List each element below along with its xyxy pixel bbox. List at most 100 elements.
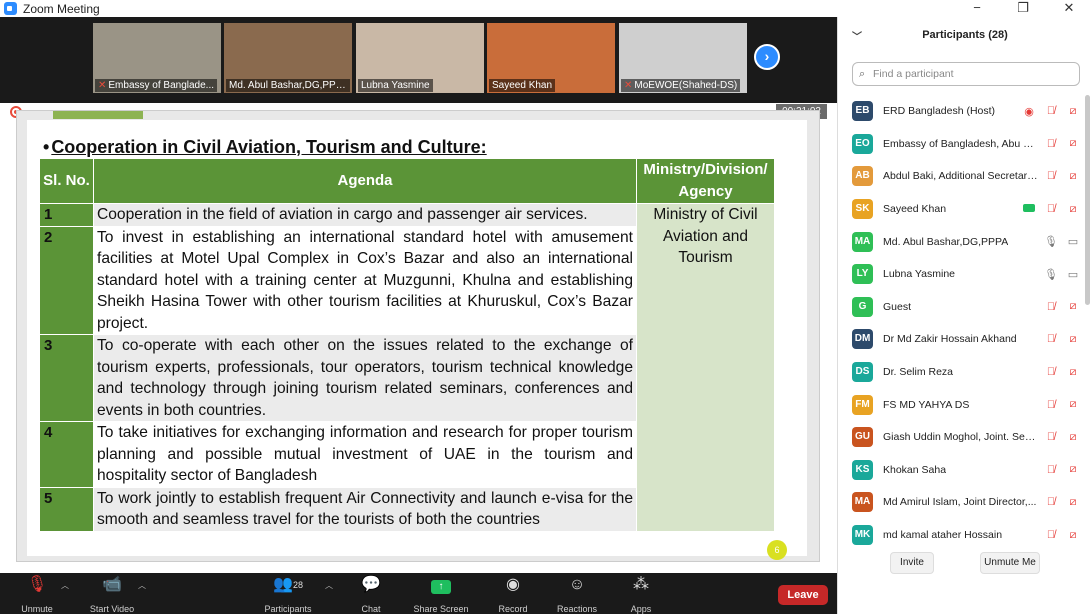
search-icon: ⌕: [859, 68, 866, 80]
muted-mic-icon[interactable]: 🎙̸: [1040, 399, 1062, 411]
video-off-icon[interactable]: ⧄: [1062, 170, 1084, 183]
video-off-icon[interactable]: ⧄: [1062, 398, 1084, 411]
reactions-button[interactable]: ☺ Reactions: [554, 573, 600, 614]
video-tile[interactable]: Md. Abul Bashar,DG,PPPA: [224, 23, 352, 93]
muted-mic-icon: ✕: [98, 80, 107, 91]
avatar: EB: [852, 101, 873, 122]
muted-mic-icon[interactable]: 🎙̸: [1040, 138, 1062, 150]
participant-status: 🎙 ▭: [1040, 235, 1084, 248]
tile-name: ✕ MoEWOE(Shahed-DS): [621, 79, 741, 92]
muted-mic-icon[interactable]: 🎙̸: [1040, 301, 1062, 313]
video-icon[interactable]: ▭: [1062, 268, 1084, 281]
video-tile[interactable]: Sayeed Khan: [487, 23, 615, 93]
header-agenda: Agenda: [93, 158, 637, 204]
video-off-icon[interactable]: ⧄: [1062, 496, 1084, 509]
participant-row[interactable]: DM Dr Md Zakir Hossain Akhand 🎙̸ ⧄: [838, 323, 1084, 356]
participant-row[interactable]: KS Khokan Saha 🎙̸ ⧄: [838, 454, 1084, 487]
video-off-icon[interactable]: ⧄: [1062, 366, 1084, 379]
chevron-up-icon[interactable]: ︿: [325, 580, 333, 591]
participant-row[interactable]: EO Embassy of Bangladesh, Abu D... 🎙̸ ⧄: [838, 128, 1084, 161]
tile-name: ✕ Embassy of Banglade...: [95, 79, 218, 92]
row-agenda: To co-operate with each other on the iss…: [93, 334, 637, 422]
participant-row[interactable]: EB ERD Bangladesh (Host) ◉ 🎙̸ ⧄: [838, 95, 1084, 128]
mic-icon[interactable]: 🎙: [1040, 268, 1062, 281]
row-number: 3: [39, 334, 94, 422]
video-off-icon[interactable]: ⧄: [1062, 105, 1084, 118]
video-icon[interactable]: ▭: [1062, 235, 1084, 248]
restore-icon[interactable]: ❐: [1000, 0, 1046, 17]
invite-button[interactable]: Invite: [890, 552, 934, 574]
participant-row[interactable]: MA Md. Abul Bashar,DG,PPPA 🎙 ▭: [838, 225, 1084, 258]
muted-mic-icon[interactable]: 🎙̸: [1040, 496, 1062, 508]
participant-status: 🎙̸ ⧄: [1040, 529, 1084, 542]
video-tile[interactable]: ✕ Embassy of Banglade...: [93, 23, 221, 93]
participant-name: Lubna Yasmine: [883, 268, 955, 281]
participant-search-input[interactable]: ⌕ Find a participant: [852, 62, 1080, 86]
avatar: MK: [852, 525, 873, 546]
muted-mic-icon[interactable]: 🎙̸: [1040, 105, 1062, 117]
participant-row[interactable]: LY Lubna Yasmine 🎙 ▭: [838, 258, 1084, 291]
video-off-icon[interactable]: ⧄: [1062, 529, 1084, 542]
record-button[interactable]: ◉ Record: [494, 573, 532, 614]
participant-row[interactable]: G Guest 🎙̸ ⧄: [838, 291, 1084, 324]
share-screen-button[interactable]: ↑ Share Screen: [412, 573, 470, 614]
participant-row[interactable]: DS Dr. Selim Reza 🎙̸ ⧄: [838, 356, 1084, 389]
minimize-icon[interactable]: −: [954, 0, 1000, 17]
video-off-icon[interactable]: ⧄: [1062, 203, 1084, 216]
participants-button[interactable]: 👥28 Participants ︿: [258, 573, 333, 614]
participants-panel: ﹀ Participants (28) ⌕ Find a participant…: [837, 17, 1092, 614]
muted-mic-icon[interactable]: 🎙̸: [1040, 203, 1062, 215]
tile-name: Md. Abul Bashar,DG,PPPA: [226, 79, 350, 92]
video-off-icon[interactable]: ⧄: [1062, 463, 1084, 476]
chat-button[interactable]: 💬 Chat: [352, 573, 390, 614]
video-off-icon[interactable]: ⧄: [1062, 137, 1084, 150]
video-off-icon[interactable]: ⧄: [1062, 431, 1084, 444]
muted-mic-icon[interactable]: 🎙̸: [1040, 431, 1062, 443]
slide-decoration: [53, 111, 143, 119]
avatar: EO: [852, 133, 873, 154]
participant-row[interactable]: SK Sayeed Khan 🎙̸ ⧄: [838, 193, 1084, 226]
muted-mic-icon[interactable]: 🎙̸: [1040, 464, 1062, 476]
chevron-right-icon[interactable]: ›: [754, 44, 780, 70]
share-screen-icon: ↑: [431, 580, 451, 594]
mic-icon[interactable]: 🎙: [1040, 235, 1062, 248]
participant-status: 🎙̸ ⧄: [1040, 170, 1084, 183]
avatar: LY: [852, 264, 873, 285]
participant-row[interactable]: AB Abdul Baki, Additional Secretary... 🎙̸ ⧄: [838, 160, 1084, 193]
muted-mic-icon[interactable]: 🎙̸: [1040, 170, 1062, 182]
video-off-icon[interactable]: ⧄: [1062, 300, 1084, 313]
chevron-down-icon[interactable]: ﹀: [852, 28, 862, 43]
muted-mic-icon[interactable]: 🎙̸: [1040, 366, 1062, 378]
avatar: DM: [852, 329, 873, 350]
video-tile[interactable]: Lubna Yasmine: [356, 23, 484, 93]
participant-name: Giash Uddin Moghol, Joint. Sec....: [883, 431, 1038, 444]
video-tile[interactable]: ✕ MoEWOE(Shahed-DS): [619, 23, 747, 93]
muted-mic-icon[interactable]: 🎙̸: [1040, 529, 1062, 541]
participant-name: Md Amirul Islam, Joint Director,...: [883, 496, 1037, 509]
start-video-button[interactable]: 📹 Start Video ︿: [84, 573, 146, 614]
unmute-button[interactable]: 🎙 Unmute ︿: [14, 573, 69, 614]
video-off-icon[interactable]: ⧄: [1062, 333, 1084, 346]
participant-row[interactable]: MK md kamal ataher Hossain 🎙̸ ⧄: [838, 519, 1084, 552]
ministry-cell: Ministry of Civil Aviation and Tourism: [636, 203, 775, 532]
participant-status: 🎙̸ ⧄: [1040, 398, 1084, 411]
avatar: KS: [852, 459, 873, 480]
muted-mic-icon[interactable]: 🎙̸: [1040, 333, 1062, 345]
participant-row[interactable]: MA Md Amirul Islam, Joint Director,... 🎙̸ ⧄: [838, 486, 1084, 519]
apps-icon: ⁂: [633, 576, 649, 593]
muted-mic-icon: ✕: [624, 80, 633, 91]
scrollbar[interactable]: [1085, 95, 1090, 305]
apps-button[interactable]: ⁂ Apps: [626, 573, 656, 614]
leave-button[interactable]: Leave: [778, 585, 828, 605]
people-icon: 👥28: [273, 576, 303, 593]
participant-row[interactable]: GU Giash Uddin Moghol, Joint. Sec.... 🎙̸ ⧄: [838, 421, 1084, 454]
chevron-up-icon[interactable]: ︿: [61, 580, 69, 591]
title-bar: Zoom Meeting − ❐ ✕: [0, 0, 1092, 17]
participant-name: Dr. Selim Reza: [883, 366, 954, 379]
unmute-me-button[interactable]: Unmute Me: [980, 552, 1040, 574]
participant-row[interactable]: FM FS MD YAHYA DS 🎙̸ ⧄: [838, 388, 1084, 421]
chevron-up-icon[interactable]: ︿: [138, 580, 146, 591]
close-icon[interactable]: ✕: [1046, 0, 1092, 17]
row-agenda: To invest in establishing an internation…: [93, 225, 637, 335]
participant-name: Embassy of Bangladesh, Abu D...: [883, 137, 1038, 150]
